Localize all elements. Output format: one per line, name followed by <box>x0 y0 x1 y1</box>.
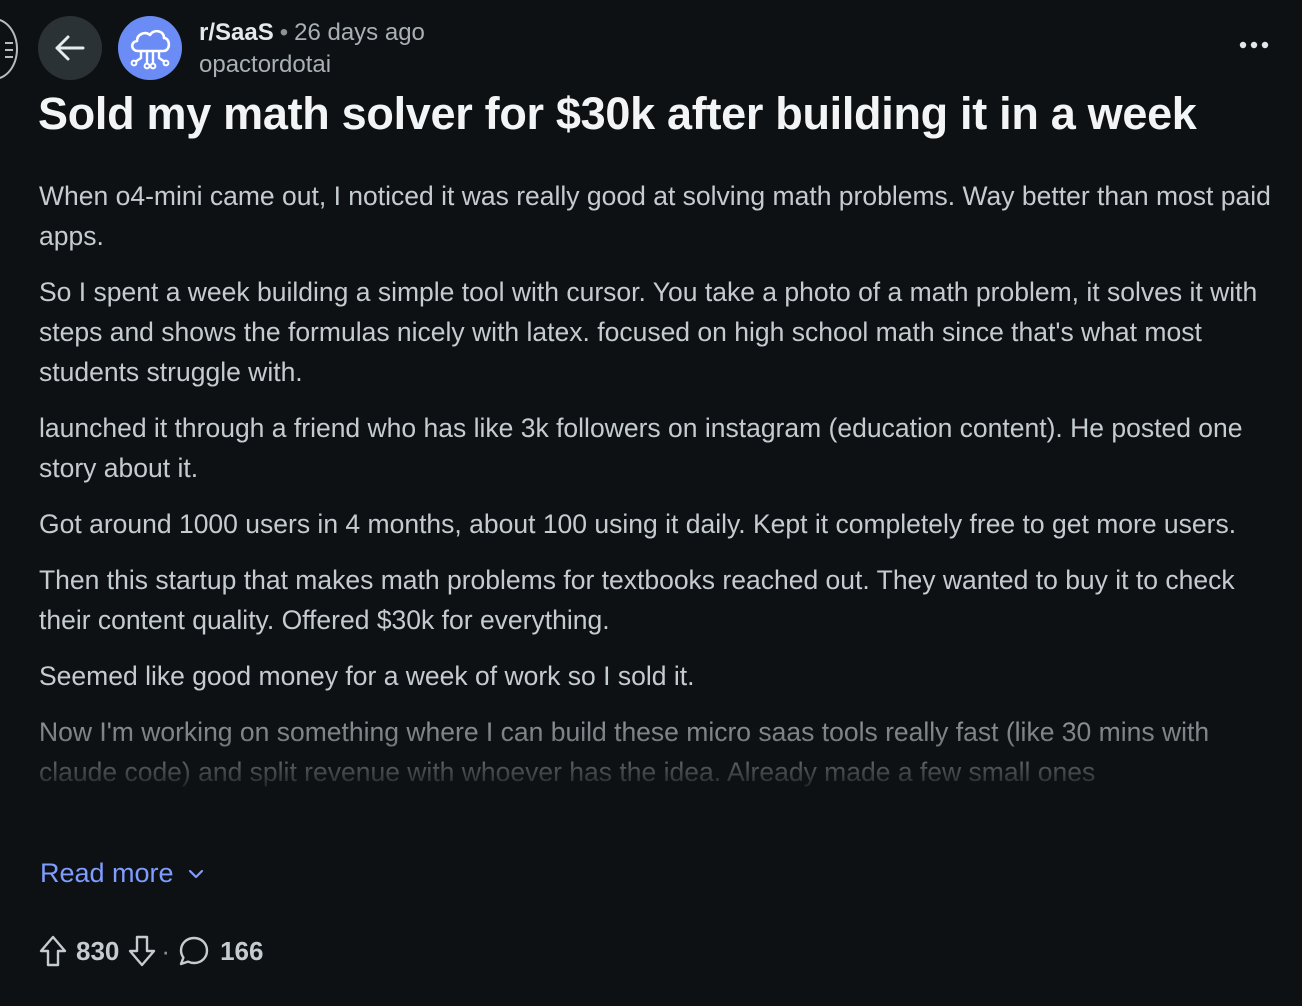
post-paragraph: launched it through a friend who has lik… <box>39 413 1243 483</box>
subreddit-avatar[interactable] <box>118 16 182 80</box>
comments-button[interactable]: 166 <box>178 935 271 967</box>
meta-separator: • <box>279 19 289 46</box>
more-options-button[interactable] <box>1234 30 1274 60</box>
post-meta: r/SaaS • 26 days ago opactordotai <box>199 18 425 80</box>
post-actions: 830 · 166 <box>38 934 271 968</box>
footer-separator: · <box>161 935 171 966</box>
post-paragraph: Got around 1000 users in 4 months, about… <box>39 509 1237 539</box>
back-arrow-icon <box>55 35 85 61</box>
upvote-count: 830 <box>76 935 120 966</box>
truncated-text-fade: Now I'm working on something where I can… <box>39 712 1284 792</box>
cloud-circuit-icon <box>130 29 171 70</box>
menu-lines-icon <box>5 42 13 58</box>
back-button[interactable] <box>38 16 102 80</box>
post-paragraph: When o4-mini came out, I noticed it was … <box>39 181 1271 251</box>
post-title: Sold my math solver for $30k after build… <box>38 88 1197 139</box>
author-username[interactable]: opactordotai <box>199 50 425 80</box>
post-page: r/SaaS • 26 days ago opactordotai Sold m… <box>0 0 1302 1006</box>
post-paragraph: Then this startup that makes math proble… <box>39 565 1235 635</box>
post-time: 26 days ago <box>294 19 425 46</box>
comment-count: 166 <box>220 935 264 966</box>
side-menu-button[interactable] <box>0 18 18 80</box>
comment-bubble-icon <box>179 936 209 966</box>
vote-group: 830 <box>38 934 157 968</box>
post-paragraph: Seemed like good money for a week of wor… <box>39 661 695 691</box>
more-dots-icon <box>1239 41 1269 49</box>
upvote-arrow-icon[interactable] <box>38 934 68 968</box>
post-paragraph-truncated: Now I'm working on something where I can… <box>39 717 1210 787</box>
downvote-arrow-icon[interactable] <box>127 934 157 968</box>
read-more-label: Read more <box>40 858 174 888</box>
read-more-button[interactable]: Read more <box>40 858 204 889</box>
post-body: When o4-mini came out, I noticed it was … <box>39 176 1284 792</box>
post-paragraph: So I spent a week building a simple tool… <box>39 277 1258 387</box>
subreddit-link[interactable]: r/SaaS <box>199 18 274 48</box>
chevron-down-icon <box>188 869 203 878</box>
